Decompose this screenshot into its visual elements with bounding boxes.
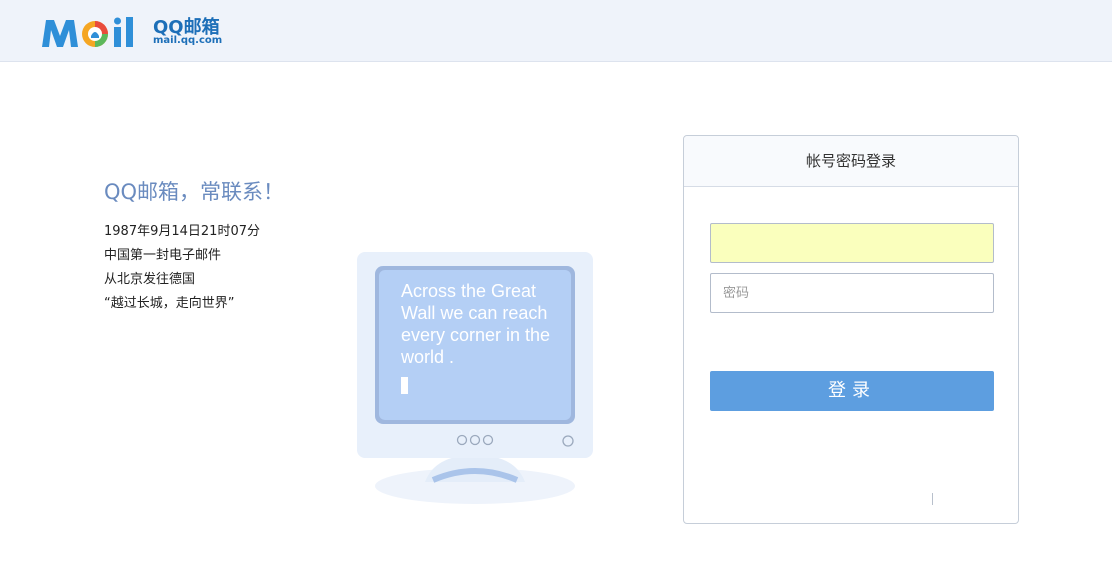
username-field[interactable]	[710, 223, 994, 263]
login-panel: 帐号密码登录 登录	[683, 135, 1019, 524]
divider	[932, 493, 933, 505]
login-button[interactable]: 登录	[710, 371, 994, 411]
text-cursor	[401, 377, 408, 394]
slogan-line: 从北京发往德国	[104, 272, 196, 287]
slogan-title: QQ邮箱，常联系！	[104, 180, 285, 204]
password-input[interactable]	[711, 274, 993, 312]
slogan-line: 1987年9月14日21时07分	[104, 224, 260, 239]
slogan-line: “越过长城，走向世界”	[104, 296, 235, 311]
logo-url: mail.qq.com	[153, 35, 223, 46]
mail-logo-mark	[42, 17, 133, 47]
slogan-block: QQ邮箱，常联系！ 1987年9月14日21时07分 中国第一封电子邮件 从北京…	[104, 176, 284, 316]
username-input[interactable]	[711, 224, 993, 262]
monitor-screen-text: Across the Great Wall we can reach every…	[401, 281, 551, 367]
tab-account-password-login[interactable]: 帐号密码登录	[684, 136, 1018, 187]
password-field[interactable]	[710, 273, 994, 313]
qqmail-logo[interactable]: QQ邮箱 mail.qq.com	[40, 12, 240, 52]
slogan-line: 中国第一封电子邮件	[104, 248, 222, 263]
monitor-illustration: Across the Great Wall we can reach every…	[355, 250, 595, 510]
top-header: QQ邮箱 mail.qq.com	[0, 0, 1112, 62]
